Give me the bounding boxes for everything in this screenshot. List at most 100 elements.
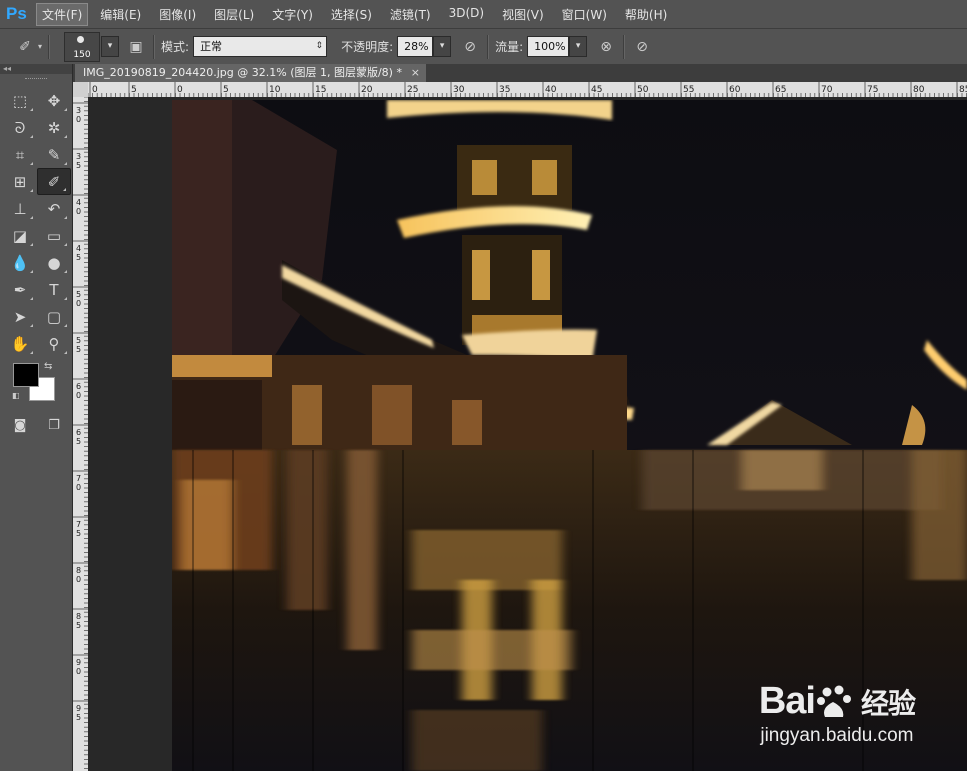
brush-tool-icon[interactable]: ✐	[37, 168, 71, 195]
swap-colors-icon[interactable]: ⇆	[44, 361, 52, 372]
preset-dropdown-icon[interactable]: ▾	[38, 42, 42, 51]
ruler-label: 0	[76, 483, 81, 492]
ruler-label: 25	[407, 85, 418, 95]
watermark-brand-right: 经验	[860, 687, 916, 719]
mode-select[interactable]: 正常 ⇕	[193, 36, 328, 57]
opacity-value: 28%	[404, 40, 429, 53]
ruler-label: 0	[76, 391, 81, 400]
zoom-tool-icon[interactable]: ⚲	[37, 330, 71, 357]
canvas-workspace[interactable]: Bai 经验 jingyan.baidu.com	[88, 97, 967, 771]
document-tab[interactable]: IMG_20190819_204420.jpg @ 32.1% (图层 1, 图…	[75, 64, 426, 82]
menu-item-9[interactable]: 窗口(W)	[556, 3, 613, 26]
menu-item-3[interactable]: 图层(L)	[208, 3, 260, 26]
watermark-url: jingyan.baidu.com	[760, 725, 914, 746]
brush-preset-picker-icon[interactable]: ✐	[14, 36, 36, 58]
shape-tool-icon[interactable]: ▢	[37, 303, 71, 330]
horizontal-ruler[interactable]: 050510152025303540455055606570758085	[88, 82, 967, 98]
tool-flyout-indicator	[64, 270, 67, 273]
ruler-label: 7	[76, 474, 81, 483]
screen-mode-icon[interactable]: ❐	[44, 415, 64, 435]
ruler-label: 45	[591, 85, 602, 95]
tool-flyout-indicator	[30, 351, 33, 354]
document-title: IMG_20190819_204420.jpg @ 32.1% (图层 1, 图…	[83, 66, 402, 79]
crop-tool-icon[interactable]: ⌗	[3, 141, 37, 168]
brush-panel-toggle-icon[interactable]: ▣	[125, 36, 147, 58]
tool-flyout-indicator	[30, 297, 33, 300]
menu-bar: Ps 文件(F) 编辑(E) 图像(I) 图层(L) 文字(Y) 选择(S) 滤镜(T) 3D…	[0, 0, 967, 28]
move-tool-icon[interactable]: ✥	[37, 87, 71, 114]
ruler-label: 55	[683, 85, 694, 95]
ruler-label: 0	[76, 575, 81, 584]
menu-item-5[interactable]: 选择(S)	[325, 3, 378, 26]
separator	[623, 34, 626, 59]
separator	[48, 34, 51, 59]
hand-tool-icon[interactable]: ✋	[3, 330, 37, 357]
foreground-color-swatch[interactable]	[13, 363, 39, 387]
panel-grip[interactable]	[25, 78, 47, 81]
ruler-label: 50	[637, 85, 649, 95]
vertical-ruler[interactable]: 3035404550556065707580859095	[73, 97, 89, 771]
history-brush-tool-icon[interactable]: ↶	[37, 195, 71, 222]
tool-flyout-indicator	[30, 189, 33, 192]
tools-panel: ◂◂ ⬚ ✥ ᘐ ✲ ⌗ ✎ ⊞ ✐ ⊥ ↶ ◪ ▭ 💧 ● ✒ T ➤ ▢ ✋ ⚲ ⇆ ◧ ◙ ❐	[0, 64, 73, 771]
airbrush-icon[interactable]: ⊗	[595, 36, 617, 58]
tool-flyout-indicator	[30, 324, 33, 327]
ruler-label: 7	[76, 520, 81, 529]
paw-icon	[816, 685, 851, 717]
ruler-label: 3	[76, 152, 81, 161]
tool-flyout-indicator	[64, 297, 67, 300]
brush-size-dropdown[interactable]: ▾	[101, 36, 120, 57]
healing-tool-icon[interactable]: ⊞	[3, 168, 37, 195]
ruler-origin[interactable]	[73, 82, 89, 98]
tool-flyout-indicator	[30, 243, 33, 246]
opacity-input[interactable]: 28%	[397, 36, 434, 57]
color-swatches: ⇆ ◧	[0, 361, 72, 417]
type-tool-icon[interactable]: T	[37, 276, 71, 303]
dodge-tool-icon[interactable]: ●	[37, 249, 71, 276]
marquee-tool-icon[interactable]: ⬚	[3, 87, 37, 114]
quick-mask-icon[interactable]: ◙	[10, 415, 30, 435]
flow-input[interactable]: 100%	[527, 36, 570, 57]
menu-item-10[interactable]: 帮助(H)	[619, 3, 673, 26]
default-colors-icon[interactable]: ◧	[12, 391, 20, 400]
night-pagoda-photo	[172, 100, 967, 771]
menu-item-0[interactable]: 文件(F)	[36, 2, 89, 26]
watermark-logo: Bai 经验	[759, 680, 916, 723]
menu-item-6[interactable]: 滤镜(T)	[384, 3, 437, 26]
menu-item-4[interactable]: 文字(Y)	[266, 3, 319, 26]
blur-tool-icon[interactable]: 💧	[3, 249, 37, 276]
ruler-label: 5	[76, 345, 81, 354]
menu-item-1[interactable]: 编辑(E)	[94, 3, 147, 26]
separator	[487, 34, 490, 59]
menu-item-7[interactable]: 3D(D)	[443, 3, 490, 26]
gradient-tool-icon[interactable]: ▭	[37, 222, 71, 249]
brush-size-picker[interactable]: 150	[64, 31, 101, 62]
ruler-label: 9	[76, 658, 81, 667]
stamp-tool-icon[interactable]: ⊥	[3, 195, 37, 222]
tool-flyout-indicator	[64, 135, 67, 138]
flow-dropdown[interactable]: ▾	[569, 36, 588, 57]
tool-flyout-indicator	[30, 135, 33, 138]
ruler-label: 40	[545, 85, 557, 95]
menu-item-2[interactable]: 图像(I)	[153, 3, 202, 26]
ruler-label: 5	[223, 85, 229, 95]
menu-item-8[interactable]: 视图(V)	[496, 3, 550, 26]
pressure-opacity-icon[interactable]: ⊘	[459, 36, 481, 58]
document-canvas[interactable]: Bai 经验 jingyan.baidu.com	[172, 100, 967, 771]
magic-wand-tool-icon[interactable]: ✲	[37, 114, 71, 141]
photoshop-logo: Ps	[6, 4, 27, 23]
tool-flyout-indicator	[30, 216, 33, 219]
opacity-dropdown[interactable]: ▾	[433, 36, 452, 57]
collapse-panel-icon[interactable]: ◂◂	[0, 64, 72, 74]
tool-flyout-indicator	[64, 351, 67, 354]
ruler-label: 80	[913, 85, 925, 95]
lasso-tool-icon[interactable]: ᘐ	[3, 114, 37, 141]
eyedropper-tool-icon[interactable]: ✎	[37, 141, 71, 168]
close-icon[interactable]: ×	[411, 64, 420, 82]
eraser-tool-icon[interactable]: ◪	[3, 222, 37, 249]
tool-grid: ⬚ ✥ ᘐ ✲ ⌗ ✎ ⊞ ✐ ⊥ ↶ ◪ ▭ 💧 ● ✒ T ➤ ▢ ✋ ⚲	[0, 87, 72, 357]
pen-tool-icon[interactable]: ✒	[3, 276, 37, 303]
ruler-label: 60	[729, 85, 741, 95]
pressure-size-icon[interactable]: ⊘	[631, 36, 653, 58]
path-select-tool-icon[interactable]: ➤	[3, 303, 37, 330]
